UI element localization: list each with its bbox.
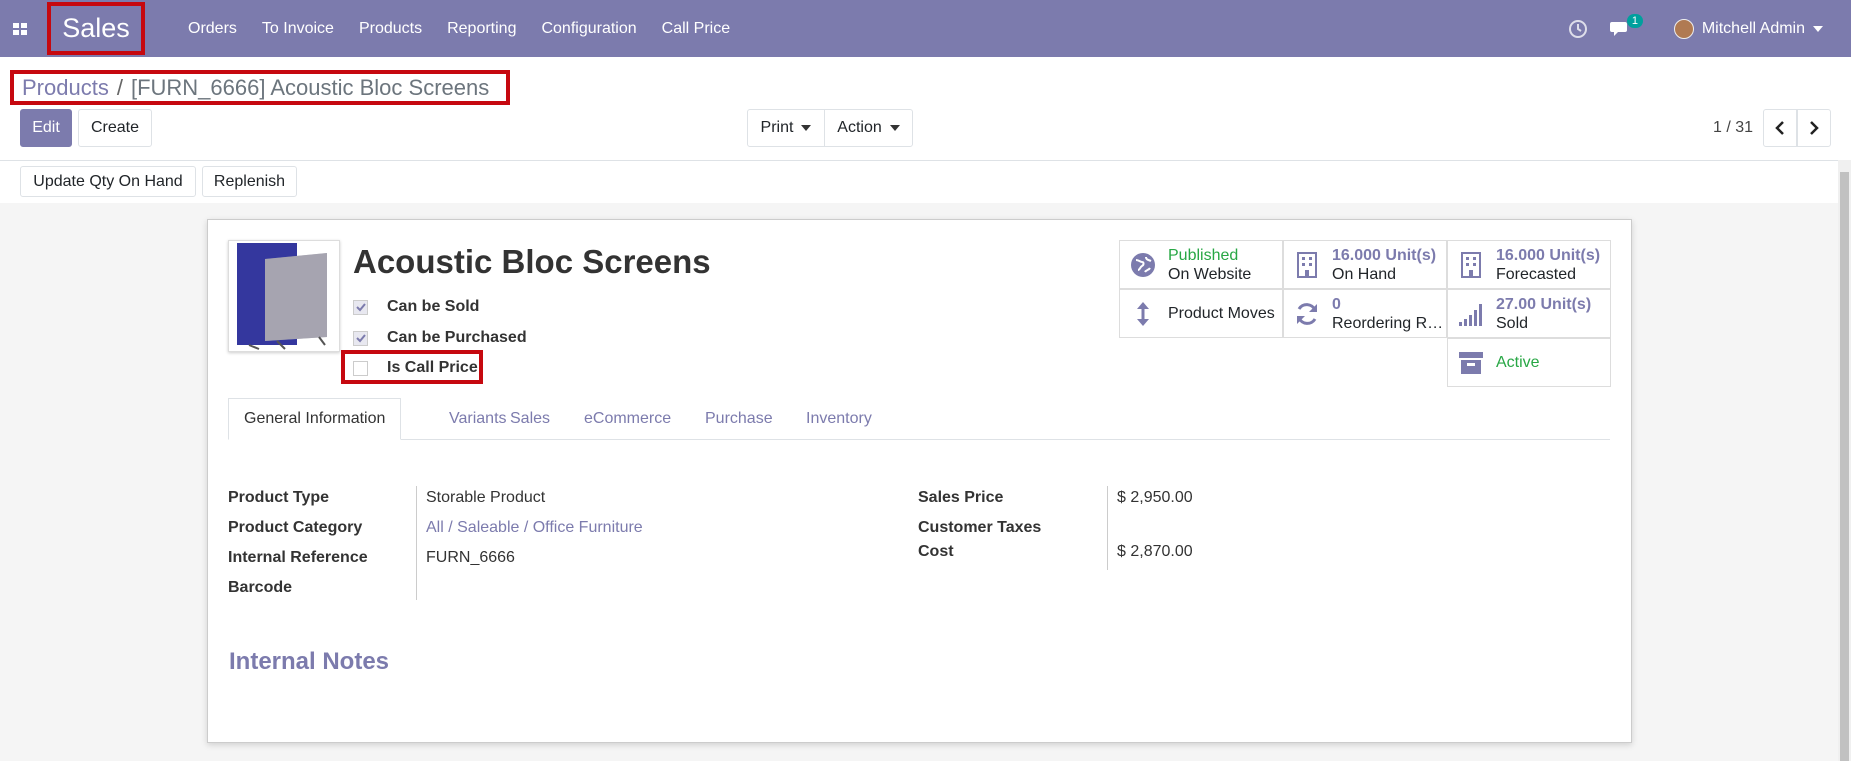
on-hand-value: 16.000 Unit(s) xyxy=(1332,246,1437,264)
sales-price-value[interactable]: $ 2,950.00 xyxy=(1117,489,1193,507)
cost-value[interactable]: $ 2,870.00 xyxy=(1117,543,1193,561)
internal-reference-value[interactable]: FURN_6666 xyxy=(426,549,515,567)
field-divider xyxy=(416,486,417,600)
signal-bars-icon xyxy=(1459,303,1482,326)
sold-stat-button[interactable]: 27.00 Unit(s) Sold xyxy=(1447,289,1611,338)
chat-badge: 1 xyxy=(1626,13,1643,28)
is-call-price-label: Is Call Price xyxy=(387,359,478,376)
chevron-down-icon xyxy=(801,125,812,131)
tab-inventory[interactable]: Inventory xyxy=(806,398,872,440)
customer-taxes-label: Customer Taxes xyxy=(918,519,1042,536)
active-stat-button[interactable]: Active xyxy=(1447,338,1611,387)
breadcrumb-products[interactable]: Products xyxy=(22,75,109,101)
product-type-label: Product Type xyxy=(228,489,330,506)
can-be-sold-checkbox[interactable]: Can be Sold xyxy=(353,298,479,316)
notebook-tabs: General Information Variants Sales eComm… xyxy=(228,398,1610,440)
product-moves-stat-button[interactable]: Product Moves xyxy=(1119,289,1283,338)
menu-configuration[interactable]: Configuration xyxy=(541,20,636,38)
apps-menu-icon[interactable] xyxy=(0,0,40,57)
check-icon[interactable] xyxy=(353,330,368,346)
menu-call-price[interactable]: Call Price xyxy=(662,20,730,38)
published-label: On Website xyxy=(1168,265,1252,283)
sold-label: Sold xyxy=(1496,314,1529,332)
scrollbar[interactable] xyxy=(1838,160,1851,761)
tab-ecommerce[interactable]: eCommerce xyxy=(584,398,671,440)
chevron-right-icon xyxy=(1810,121,1819,135)
tab-purchase[interactable]: Purchase xyxy=(705,398,773,440)
breadcrumb-current: [FURN_6666] Acoustic Bloc Screens xyxy=(130,74,490,100)
internal-notes-heading: Internal Notes xyxy=(229,648,390,675)
refresh-icon xyxy=(1297,302,1317,325)
reordering-label: Reordering R… xyxy=(1332,314,1444,332)
on-hand-label: On Hand xyxy=(1332,265,1397,283)
update-qty-button[interactable]: Update Qty On Hand xyxy=(20,166,196,197)
tab-variants[interactable]: Variants xyxy=(449,398,507,440)
pager-next-button[interactable] xyxy=(1797,109,1831,147)
product-image[interactable] xyxy=(228,240,340,352)
empty-checkbox-icon[interactable] xyxy=(353,360,368,376)
reordering-value: 0 xyxy=(1332,295,1341,313)
field-divider xyxy=(1107,486,1108,570)
messaging-icon[interactable]: 1 xyxy=(1609,13,1643,39)
archive-icon xyxy=(1459,351,1483,374)
internal-reference-label: Internal Reference xyxy=(228,549,368,566)
action-button[interactable]: Action xyxy=(824,109,913,147)
sold-value: 27.00 Unit(s) xyxy=(1496,295,1592,313)
barcode-label: Barcode xyxy=(228,579,293,596)
chevron-down-icon[interactable] xyxy=(1813,25,1823,32)
main-menu: Orders To Invoice Products Reporting Con… xyxy=(188,0,755,57)
published-stat-button[interactable]: Published On Website xyxy=(1119,240,1283,289)
globe-icon xyxy=(1131,252,1155,277)
active-status: Active xyxy=(1496,354,1540,371)
chevron-left-icon xyxy=(1775,121,1784,135)
on-hand-stat-button[interactable]: 16.000 Unit(s) On Hand xyxy=(1283,240,1447,289)
can-be-sold-label: Can be Sold xyxy=(387,298,480,315)
forecasted-stat-button[interactable]: 16.000 Unit(s) Forecasted xyxy=(1447,240,1611,289)
menu-orders[interactable]: Orders xyxy=(188,20,237,38)
reordering-stat-button[interactable]: 0 Reordering R… xyxy=(1283,289,1447,338)
action-label: Action xyxy=(837,119,882,136)
app-brand[interactable]: Sales xyxy=(47,2,145,55)
pager-previous-button[interactable] xyxy=(1763,109,1797,147)
edit-button[interactable]: Edit xyxy=(20,109,72,147)
sales-price-label: Sales Price xyxy=(918,489,1004,506)
is-call-price-checkbox[interactable]: Is Call Price xyxy=(353,359,478,377)
product-name[interactable]: Acoustic Bloc Screens xyxy=(353,243,711,281)
divider xyxy=(0,160,1851,161)
breadcrumb-separator: / xyxy=(116,74,123,100)
check-icon[interactable] xyxy=(353,299,368,315)
activity-clock-icon[interactable] xyxy=(1568,19,1588,39)
pager-value[interactable]: 1 / 31 xyxy=(1713,119,1753,137)
product-type-value[interactable]: Storable Product xyxy=(426,489,545,507)
product-category-value[interactable]: All / Saleable / Office Furniture xyxy=(426,519,643,537)
arrows-vertical-icon xyxy=(1137,301,1149,326)
print-label: Print xyxy=(760,119,794,136)
tab-sales[interactable]: Sales xyxy=(510,398,550,440)
chevron-down-icon xyxy=(889,125,900,131)
forecasted-value: 16.000 Unit(s) xyxy=(1496,246,1601,264)
replenish-button[interactable]: Replenish xyxy=(202,166,297,197)
breadcrumb: Products / [FURN_6666] Acoustic Bloc Scr… xyxy=(10,70,510,105)
menu-reporting[interactable]: Reporting xyxy=(447,20,516,38)
user-menu[interactable]: Mitchell Admin xyxy=(1702,20,1805,38)
can-be-purchased-checkbox[interactable]: Can be Purchased xyxy=(353,329,527,347)
scrollbar-thumb[interactable] xyxy=(1840,172,1849,761)
top-navbar: Sales Orders To Invoice Products Reporti… xyxy=(0,0,1851,57)
can-be-purchased-label: Can be Purchased xyxy=(387,329,527,346)
tab-general-information[interactable]: General Information xyxy=(228,398,402,440)
forecasted-label: Forecasted xyxy=(1496,265,1577,283)
building-icon xyxy=(1461,251,1481,278)
menu-to-invoice[interactable]: To Invoice xyxy=(262,20,334,38)
menu-products[interactable]: Products xyxy=(359,20,422,38)
avatar[interactable] xyxy=(1673,18,1694,39)
create-button[interactable]: Create xyxy=(78,109,152,147)
building-icon xyxy=(1297,251,1317,278)
cost-label: Cost xyxy=(918,543,954,560)
print-button[interactable]: Print xyxy=(747,109,825,147)
product-category-label: Product Category xyxy=(228,519,363,536)
product-moves-label: Product Moves xyxy=(1168,305,1275,322)
published-status: Published xyxy=(1168,246,1239,264)
